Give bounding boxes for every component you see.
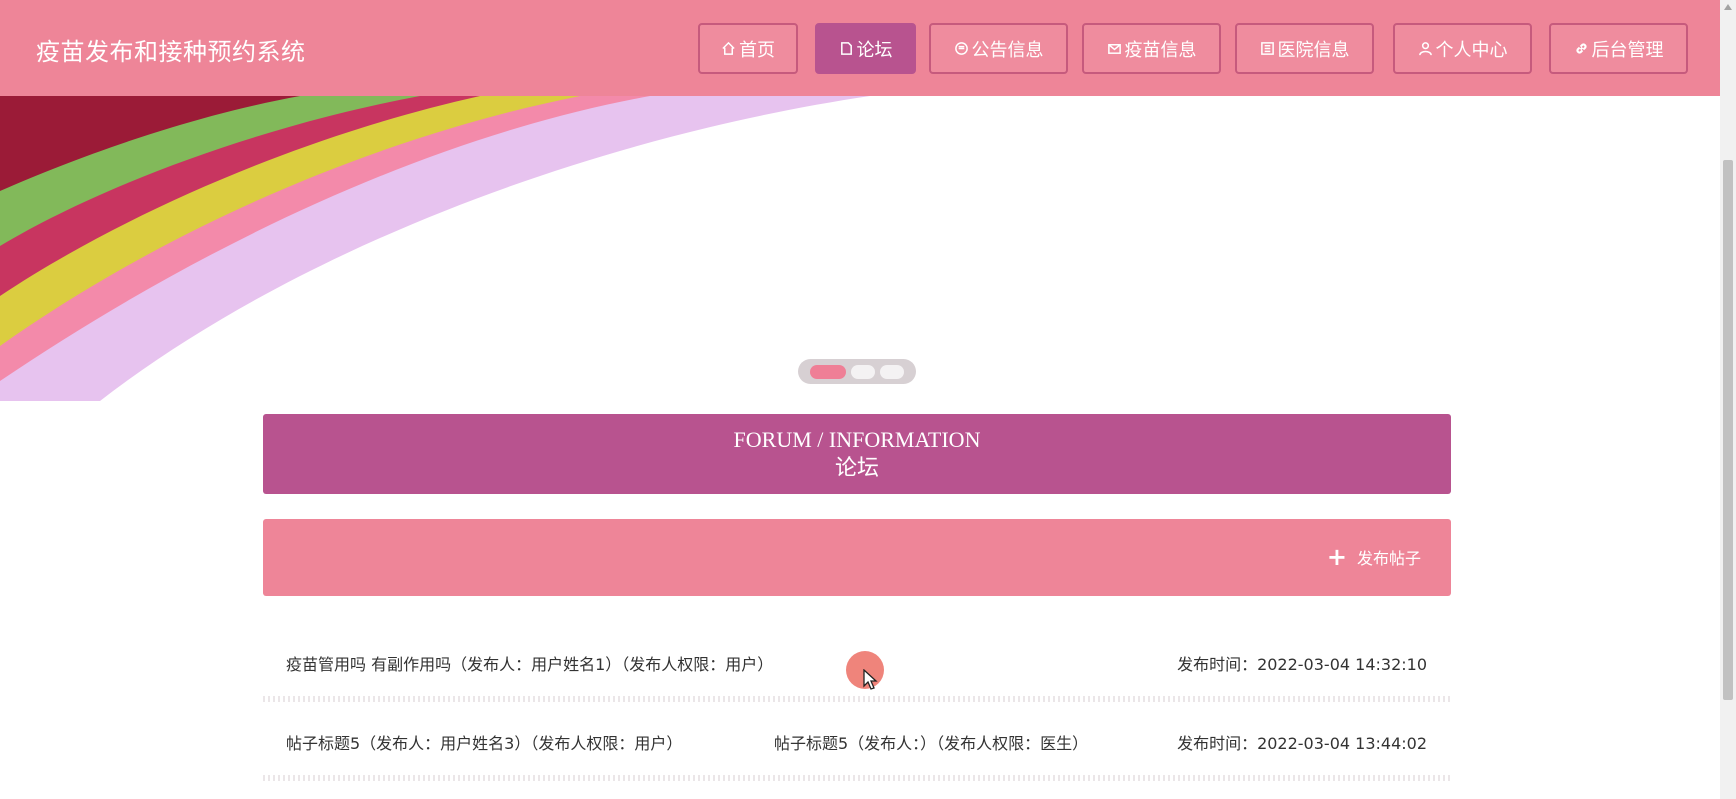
post-title[interactable]: 帖子标题5（发布人：用户姓名3）（发布人权限：用户） xyxy=(286,730,682,754)
top-header: 疫苗发布和接种预约系统 首页 论坛 公告信息 疫苗信息 医院信息 个人中心 后台… xyxy=(0,0,1720,96)
forum-section-header: FORUM / INFORMATION 论坛 xyxy=(263,414,1451,494)
banner-rainbow-art xyxy=(0,96,870,401)
nav-personal-center-label: 个人中心 xyxy=(1435,39,1508,61)
nav-hospitals[interactable]: 医院信息 xyxy=(1235,23,1374,74)
nav-forum-label: 论坛 xyxy=(856,39,893,61)
carousel-indicator xyxy=(798,359,916,384)
scroll-up-arrow-icon[interactable] xyxy=(1724,4,1732,10)
post-row[interactable]: 帖子标题5（发布人：用户姓名3）（发布人权限：用户） 帖子标题5（发布人：）（发… xyxy=(263,703,1451,782)
scroll-thumb[interactable] xyxy=(1723,160,1733,700)
post-time: 发布时间：2022-03-04 13:44:02 xyxy=(1177,734,1427,753)
forum-action-bar: + 发布帖子 xyxy=(263,519,1451,596)
nav-vaccines[interactable]: 疫苗信息 xyxy=(1082,23,1221,74)
post-time: 发布时间：2022-03-04 14:32:10 xyxy=(1177,655,1427,674)
nav-home[interactable]: 首页 xyxy=(698,23,798,74)
hospital-icon xyxy=(1260,42,1274,55)
carousel-dot-3[interactable] xyxy=(880,364,904,379)
post-title-secondary[interactable]: 帖子标题5（发布人：）（发布人权限：医生） xyxy=(774,730,1088,754)
page-scrollbar[interactable] xyxy=(1720,0,1736,799)
carousel-dot-2[interactable] xyxy=(851,364,875,379)
nav-hospitals-label: 医院信息 xyxy=(1277,39,1350,61)
site-title: 疫苗发布和接种预约系统 xyxy=(36,38,306,66)
announcement-icon xyxy=(954,42,968,55)
nav-vaccines-label: 疫苗信息 xyxy=(1124,39,1197,61)
post-title[interactable]: 疫苗管用吗 有副作用吗（发布人：用户姓名1）（发布人权限：用户） xyxy=(286,651,773,675)
nav-announcements-label: 公告信息 xyxy=(971,39,1044,61)
link-icon xyxy=(1575,43,1587,54)
nav-announcements[interactable]: 公告信息 xyxy=(929,23,1068,74)
new-post-button[interactable]: + 发布帖子 xyxy=(1327,545,1421,569)
row-divider xyxy=(263,775,1451,781)
hero-banner xyxy=(0,96,1720,401)
nav-personal-center[interactable]: 个人中心 xyxy=(1393,23,1532,74)
forum-title-en: FORUM / INFORMATION xyxy=(733,427,981,452)
mouse-pointer-icon xyxy=(863,669,878,690)
post-list: 疫苗管用吗 有副作用吗（发布人：用户姓名1）（发布人权限：用户） 发布时间：20… xyxy=(263,624,1451,782)
mail-icon xyxy=(1107,44,1121,54)
nav-admin-label: 后台管理 xyxy=(1591,39,1664,61)
note-icon xyxy=(840,42,852,55)
nav-admin[interactable]: 后台管理 xyxy=(1549,23,1688,74)
nav-home-label: 首页 xyxy=(739,39,775,61)
forum-title-cn: 论坛 xyxy=(834,455,879,480)
carousel-dot-1[interactable] xyxy=(810,364,846,379)
user-icon xyxy=(1418,42,1432,56)
home-icon xyxy=(722,41,735,55)
row-divider xyxy=(263,696,1451,702)
nav-forum[interactable]: 论坛 xyxy=(815,23,916,74)
page: 疫苗发布和接种预约系统 首页 论坛 公告信息 疫苗信息 医院信息 个人中心 后台… xyxy=(0,0,1736,799)
new-post-label: 发布帖子 xyxy=(1356,549,1421,568)
plus-icon: + xyxy=(1326,543,1347,571)
